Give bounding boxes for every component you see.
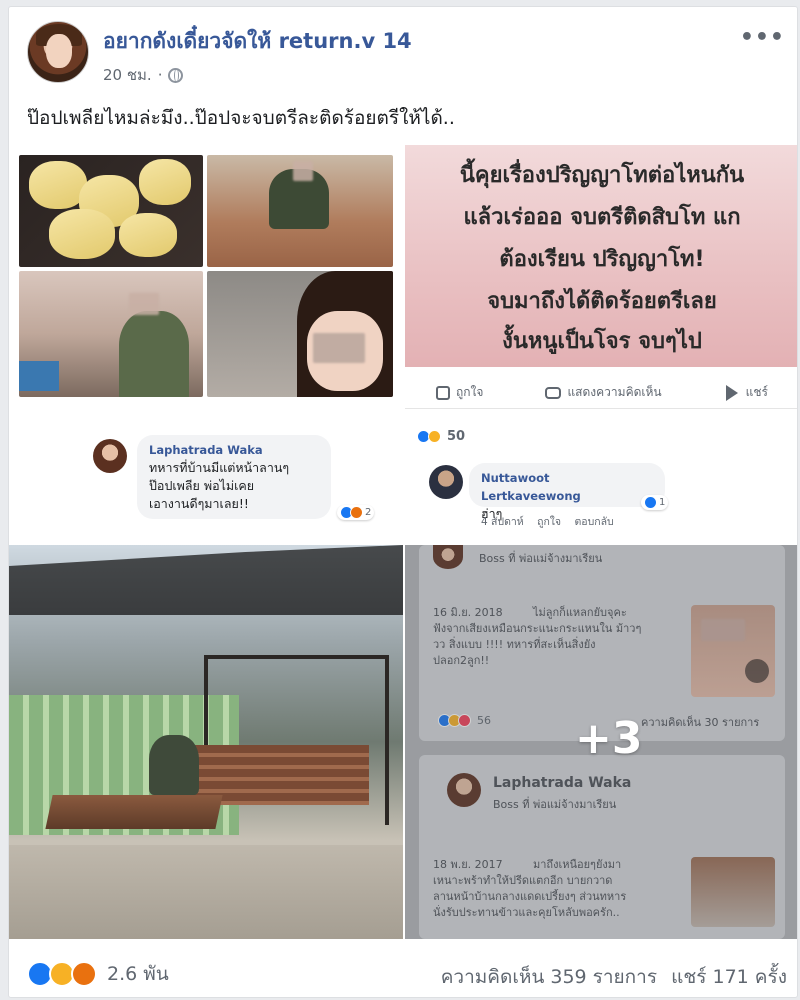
text-line: นี้คุยเรื่องปริญญาโทต่อไหนกัน	[459, 163, 745, 188]
comment-reactions[interactable]: 1	[641, 495, 669, 510]
collage-tile-photos[interactable]: Laphatrada Waka ทหารที่บ้านมีแต่หน้าลานๆ…	[9, 145, 403, 538]
text-background-post: นี้คุยเรื่องปริญญาโทต่อไหนกัน แล้วเร่อออ…	[405, 145, 797, 367]
roof	[9, 545, 403, 615]
more-icon[interactable]: •••	[740, 25, 785, 50]
share-button[interactable]: แชร์	[724, 383, 768, 402]
soldier-sitting-photo	[19, 271, 203, 397]
commenter-avatar[interactable]	[429, 465, 463, 499]
ground	[9, 845, 403, 939]
comment-line: ทหารที่บ้านมีแต่หน้าลานๆ	[149, 460, 290, 475]
comment-meta: 4 สัปดาห์ ถูกใจ ตอบกลับ	[481, 513, 614, 530]
comment-reaction-count: 2	[365, 507, 372, 518]
comment-reaction-count: 1	[659, 497, 666, 508]
comment-count[interactable]: ความคิดเห็น 359 รายการ	[441, 966, 657, 988]
globe-icon[interactable]	[168, 67, 184, 83]
like-icon	[644, 496, 657, 509]
collage-tile-more[interactable]: Boss ที่ พ่อแม่จ้างมาเรียน 16 มิ.ย. 2018…	[405, 545, 797, 939]
comment-bubble: Laphatrada Waka ทหารที่บ้านมีแต่หน้าลานๆ…	[137, 435, 331, 519]
text-line: แล้วเร่อออ จบตรีติดสิบโท แก	[463, 205, 741, 230]
comment-icon	[545, 386, 562, 399]
reaction-count: 50	[447, 429, 466, 444]
reaction-summary[interactable]: 50	[417, 429, 465, 444]
post-footer: 2.6 พัน ความคิดเห็น 359 รายการ แชร์ 171 …	[9, 947, 797, 997]
meta-separator: ·	[157, 66, 163, 84]
reaction-count: 2.6 พัน	[107, 963, 169, 985]
comment-author[interactable]: Laphatrada Waka	[149, 441, 319, 459]
action-bar: ถูกใจ แสดงความคิดเห็น แชร์	[405, 377, 797, 409]
text-line: งั้นหนูเป็นโจร จบๆไป	[502, 329, 702, 354]
woman-car-photo	[207, 271, 393, 397]
commenter-avatar[interactable]	[93, 439, 127, 473]
person	[149, 735, 199, 795]
comment-author[interactable]: Nuttawoot Lertkaveewong	[481, 469, 653, 505]
haha-icon	[428, 430, 441, 443]
angry-icon	[350, 506, 363, 519]
post-caption: ป๊อปเพลียไหมล่ะมึง..ป๊อปจะจบตรีละติดร้อย…	[27, 107, 455, 129]
angry-icon	[71, 961, 97, 987]
text-line: จบมาถึงได้ติดร้อยตรีเลย	[487, 289, 717, 314]
comment-button[interactable]: แสดงความคิดเห็น	[545, 383, 662, 402]
share-icon	[725, 384, 738, 401]
soldier-working-photo	[207, 155, 393, 267]
post-header: อยากดังเดี๋ยวจัดให้ return.v 14 20 ชม. ·…	[27, 21, 787, 91]
share-count[interactable]: แชร์ 171 ครั้ง	[671, 966, 787, 988]
reaction-summary[interactable]: 2.6 พัน	[27, 959, 169, 989]
thumbs-up-icon	[436, 385, 450, 400]
engagement-counts: ความคิดเห็น 359 รายการ แชร์ 171 ครั้ง	[441, 962, 787, 992]
post-time[interactable]: 20 ชม.	[103, 63, 152, 87]
post-meta: 20 ชม. ·	[103, 63, 184, 87]
collage-tile-yard-photo[interactable]	[9, 545, 403, 939]
author-name[interactable]: อยากดังเดี๋ยวจัดให้ return.v 14	[103, 25, 412, 58]
comment-reactions[interactable]: 2	[337, 505, 375, 520]
comment-line: เอางานดีๆมาเลย!!	[149, 496, 249, 511]
comment-line: ป๊อปเพลีย พ่อไม่เคย	[149, 478, 255, 493]
post-card: อยากดังเดี๋ยวจัดให้ return.v 14 20 ชม. ·…	[8, 6, 798, 998]
author-avatar[interactable]	[27, 21, 89, 83]
wood-bench	[45, 795, 223, 829]
more-count[interactable]: +3	[575, 713, 642, 764]
comment-bubble: Nuttawoot Lertkaveewong ฮ่าๆ	[469, 463, 665, 521]
comment-reply-link[interactable]: ตอบกลับ	[574, 516, 613, 528]
collage-tile-text-post[interactable]: นี้คุยเรื่องปริญญาโทต่อไหนกัน แล้วเร่อออ…	[405, 145, 797, 538]
like-button[interactable]: ถูกใจ	[436, 383, 483, 402]
comment-age: 4 สัปดาห์	[481, 516, 524, 528]
comment-like-link[interactable]: ถูกใจ	[537, 516, 561, 528]
durian-photo	[19, 155, 203, 267]
text-line: ต้องเรียน ปริญญาโท!	[499, 247, 705, 272]
